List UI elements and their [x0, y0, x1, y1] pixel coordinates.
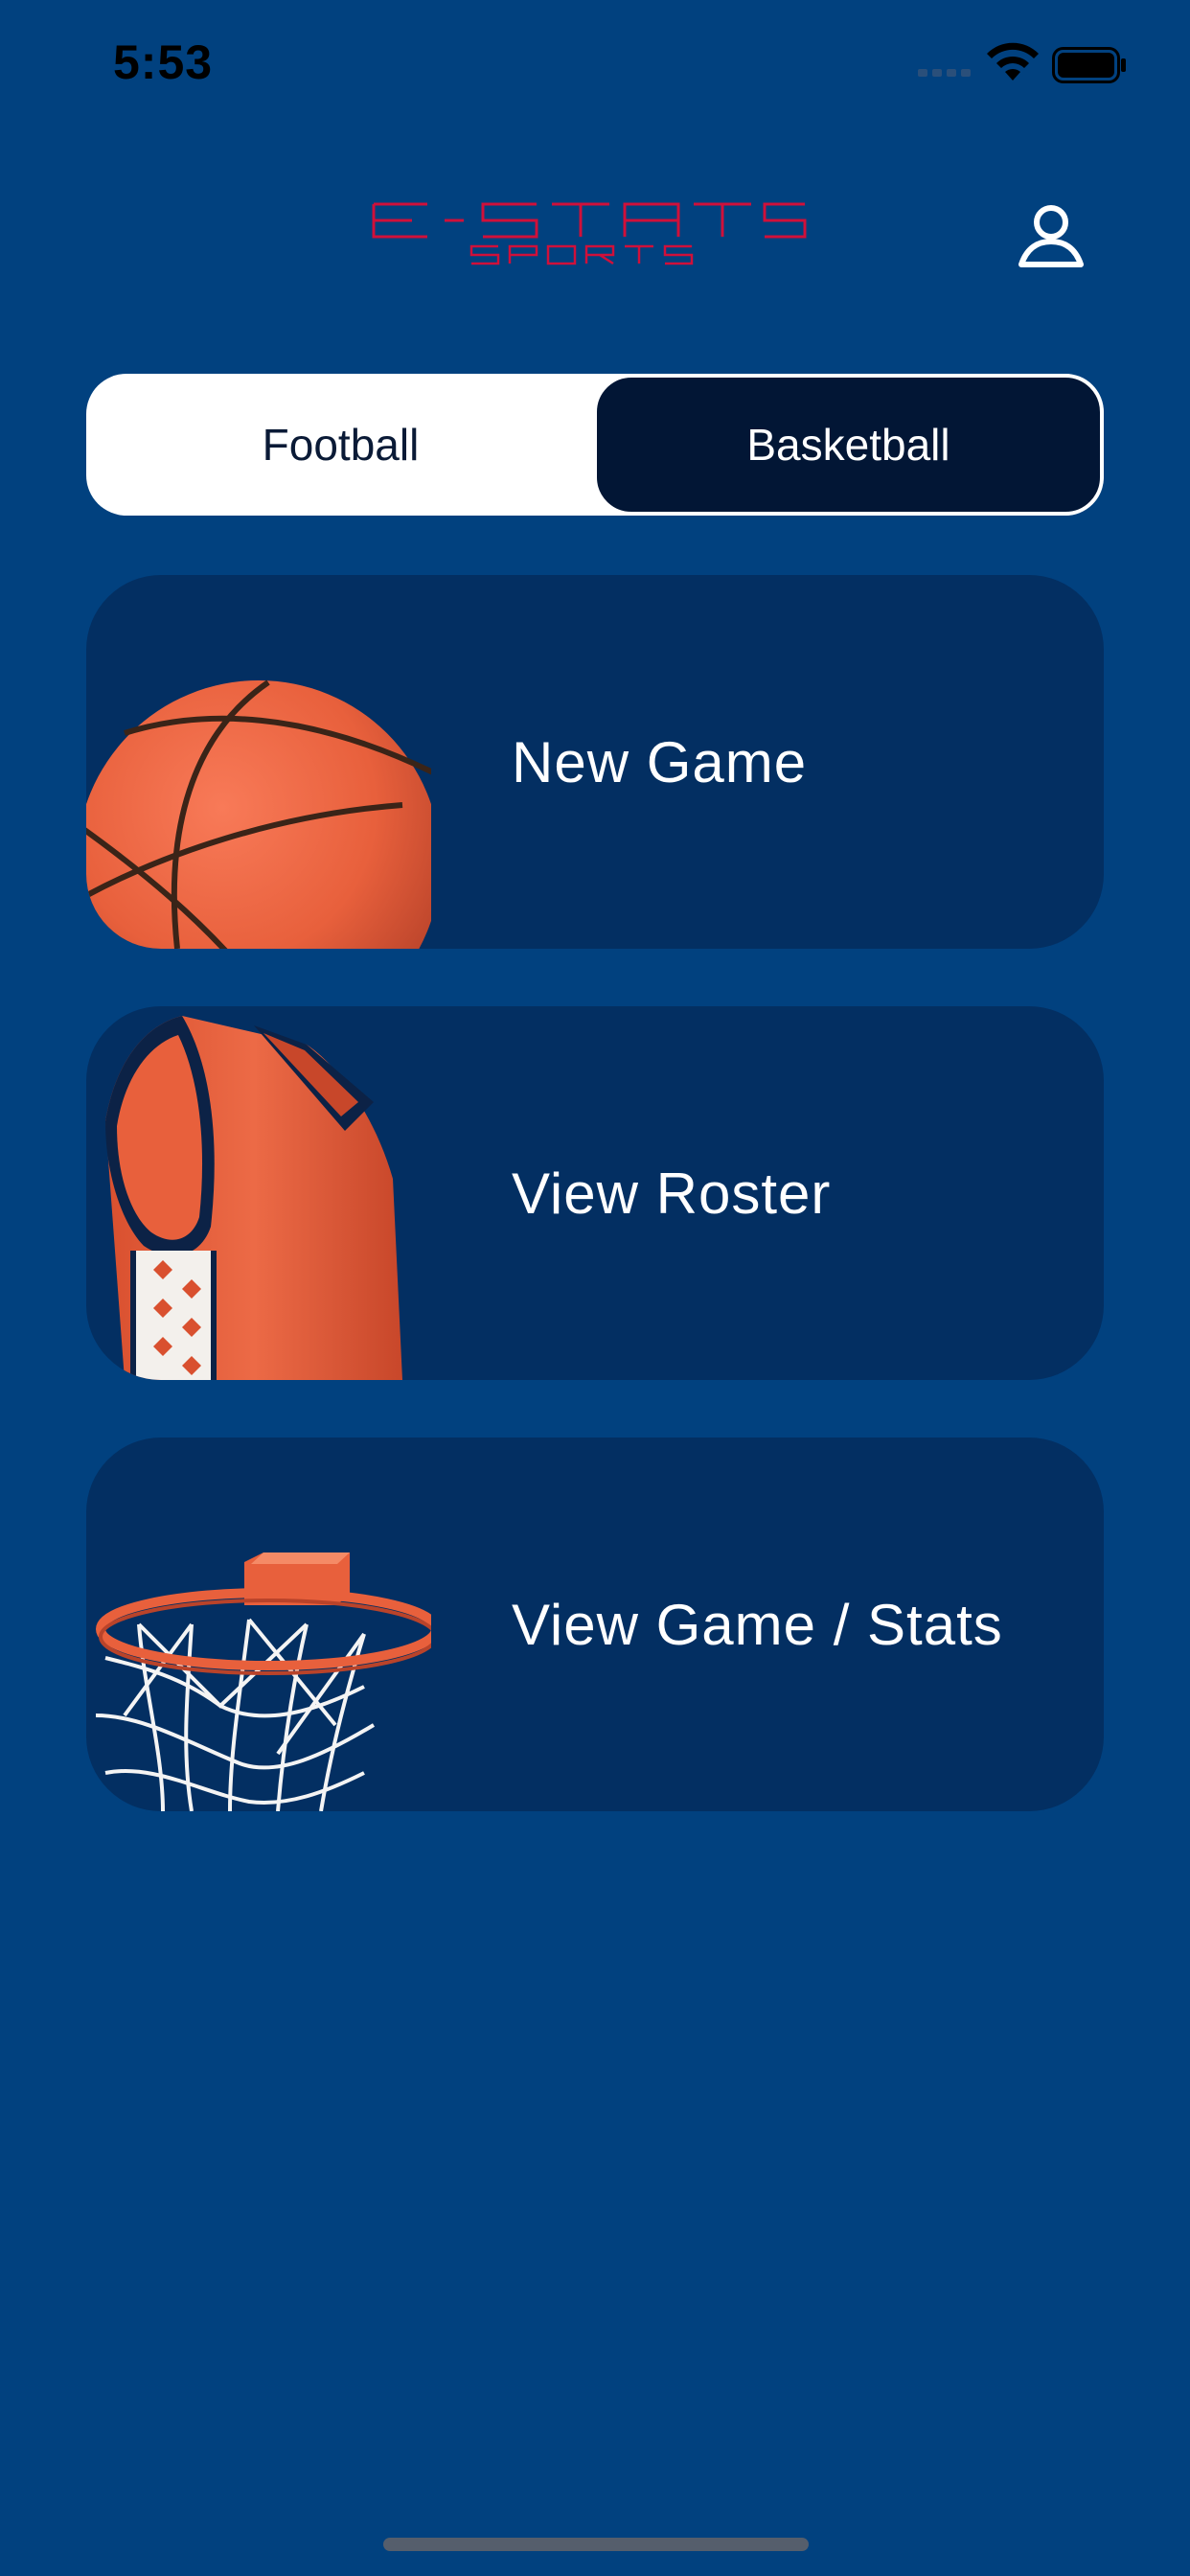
new-game-button[interactable]: New Game	[86, 575, 1104, 949]
home-indicator[interactable]	[383, 2538, 809, 2551]
e-stats-logo	[372, 202, 807, 265]
view-roster-button[interactable]: View Roster	[86, 1006, 1104, 1380]
sport-segmented-control: Football Basketball	[86, 374, 1104, 516]
new-game-label: New Game	[512, 729, 808, 794]
cellular-signal-icon	[918, 69, 971, 77]
segment-basketball[interactable]: Basketball	[593, 374, 1104, 516]
basketball-jersey-image	[105, 1016, 402, 1380]
status-time: 5:53	[113, 35, 214, 89]
view-game-stats-button[interactable]: View Game / Stats	[86, 1438, 1104, 1811]
basketball-hoop-image	[95, 1552, 431, 1811]
basketball-ball-image	[86, 679, 431, 949]
view-game-stats-label: View Game / Stats	[512, 1592, 1003, 1657]
view-roster-label: View Roster	[512, 1161, 832, 1226]
status-bar: 5:53	[0, 0, 1190, 134]
wifi-icon	[987, 42, 1039, 80]
segment-football[interactable]: Football	[86, 374, 595, 516]
profile-icon[interactable]	[1016, 201, 1087, 272]
battery-icon	[1052, 47, 1126, 83]
